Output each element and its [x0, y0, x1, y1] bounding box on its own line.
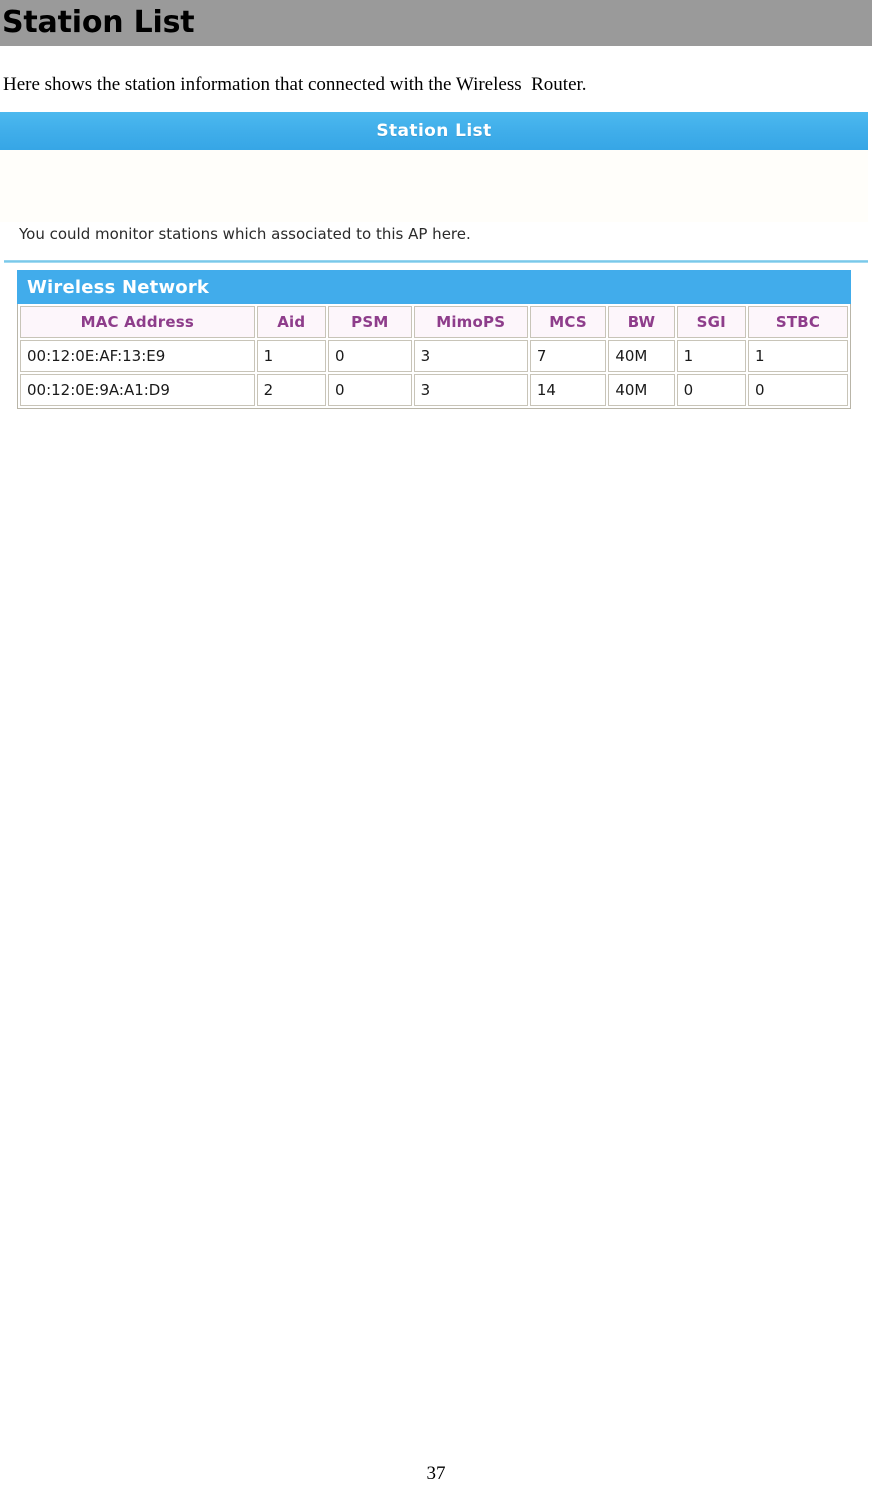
panel-description: You could monitor stations which associa… [19, 225, 471, 243]
panel-description-area: You could monitor stations which associa… [0, 150, 868, 263]
cell-bw: 40M [608, 374, 675, 406]
cell-mimops: 3 [413, 374, 528, 406]
cell-mac-address: 00:12:0E:AF:13:E9 [20, 340, 255, 372]
column-header-psm: PSM [327, 306, 412, 338]
router-ui-screenshot: Station List You could monitor stations … [0, 112, 872, 409]
column-header-aid: Aid [256, 306, 326, 338]
cell-sgi: 1 [676, 340, 746, 372]
table-header-row: MAC Address Aid PSM MimoPS MCS BW SGI ST… [20, 306, 848, 338]
table-row: 00:12:0E:AF:13:E9 1 0 3 7 40M 1 1 [20, 340, 848, 372]
cell-stbc: 0 [748, 374, 848, 406]
intro-paragraph: Here shows the station information that … [3, 74, 587, 95]
table-row: 00:12:0E:9A:A1:D9 2 0 3 14 40M 0 0 [20, 374, 848, 406]
column-header-mimops: MimoPS [413, 306, 528, 338]
page-number: 37 [426, 1463, 446, 1484]
panel-header: Station List [0, 112, 868, 150]
wireless-network-title: Wireless Network [27, 276, 210, 298]
cell-stbc: 1 [748, 340, 848, 372]
cell-mcs: 7 [529, 340, 607, 372]
cell-aid: 2 [256, 374, 326, 406]
document-title-bar: Station List [0, 0, 872, 46]
cell-mcs: 14 [529, 374, 607, 406]
column-header-stbc: STBC [748, 306, 848, 338]
page-title: Station List [2, 5, 195, 40]
cell-aid: 1 [256, 340, 326, 372]
cell-mimops: 3 [413, 340, 528, 372]
column-header-mcs: MCS [529, 306, 607, 338]
station-list-table: MAC Address Aid PSM MimoPS MCS BW SGI ST… [17, 304, 851, 409]
cell-bw: 40M [608, 340, 675, 372]
cell-sgi: 0 [676, 374, 746, 406]
column-header-mac-address: MAC Address [20, 306, 255, 338]
cell-mac-address: 00:12:0E:9A:A1:D9 [20, 374, 255, 406]
cell-psm: 0 [327, 374, 412, 406]
wireless-network-header: Wireless Network [17, 270, 851, 304]
column-header-sgi: SGI [676, 306, 746, 338]
panel-divider [4, 260, 868, 263]
cell-psm: 0 [327, 340, 412, 372]
column-header-bw: BW [608, 306, 675, 338]
panel-header-title: Station List [376, 121, 492, 141]
wireless-network-block: Wireless Network MAC Address Aid PSM Mim… [17, 270, 851, 409]
